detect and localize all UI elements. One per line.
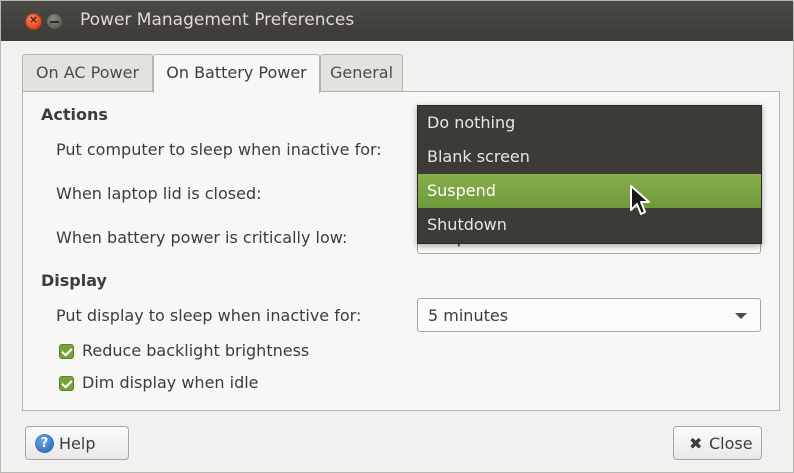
reduce-backlight-label[interactable]: Reduce backlight brightness <box>82 341 309 360</box>
dim-display-checkbox[interactable] <box>59 376 74 391</box>
display-heading: Display <box>41 271 107 290</box>
mouse-pointer-icon <box>630 185 650 215</box>
display-sleep-label: Put display to sleep when inactive for: <box>56 306 362 325</box>
sleep-computer-label: Put computer to sleep when inactive for: <box>56 140 382 159</box>
dim-display-label[interactable]: Dim display when idle <box>82 373 259 392</box>
tab-on-ac-power[interactable]: On AC Power <box>22 54 153 91</box>
help-icon: ? <box>35 434 54 453</box>
help-button[interactable]: ? Help <box>25 426 129 460</box>
window-close-button[interactable]: × <box>25 13 42 30</box>
display-sleep-select[interactable]: 5 minutes <box>417 298 761 332</box>
power-management-window: × Power Management Preferences On AC Pow… <box>0 0 794 473</box>
dropdown-option-shutdown[interactable]: Shutdown <box>418 208 761 242</box>
reduce-backlight-checkbox[interactable] <box>59 344 74 359</box>
window-title: Power Management Preferences <box>80 10 355 30</box>
title-bar[interactable]: × Power Management Preferences <box>1 1 793 41</box>
display-sleep-value: 5 minutes <box>428 306 509 325</box>
dropdown-option-blank-screen[interactable]: Blank screen <box>418 140 761 174</box>
action-dropdown-menu: Do nothing Blank screen Suspend Shutdown <box>417 105 762 244</box>
chevron-down-icon <box>735 313 747 319</box>
x-icon: ✖ <box>689 434 703 453</box>
critical-battery-label: When battery power is critically low: <box>56 228 348 247</box>
help-button-label: Help <box>59 434 96 453</box>
close-button-label: Close <box>709 434 753 453</box>
tab-general[interactable]: General <box>320 54 403 91</box>
actions-heading: Actions <box>41 105 108 124</box>
tab-on-battery-power[interactable]: On Battery Power <box>153 54 320 93</box>
close-button[interactable]: ✖ Close <box>673 426 762 460</box>
close-icon: × <box>28 13 39 26</box>
minimize-icon <box>50 21 59 23</box>
dropdown-option-do-nothing[interactable]: Do nothing <box>418 106 761 140</box>
lid-closed-label: When laptop lid is closed: <box>56 184 262 203</box>
window-minimize-button[interactable] <box>46 13 63 30</box>
dropdown-option-suspend[interactable]: Suspend <box>418 174 761 208</box>
